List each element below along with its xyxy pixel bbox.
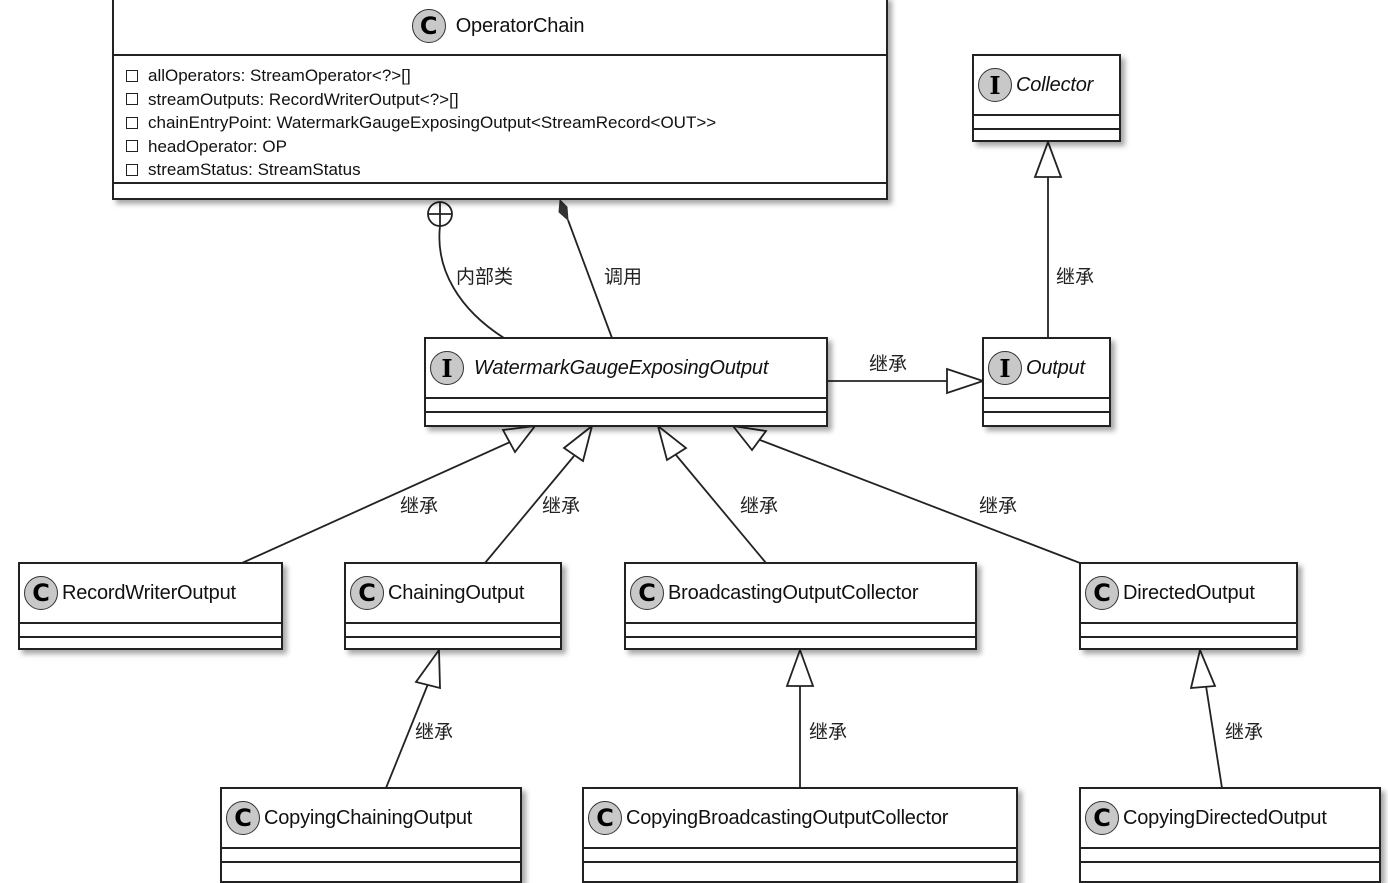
- class-name: RecordWriterOutput: [62, 581, 236, 604]
- interface-watermark-gauge-exposing-output[interactable]: I WatermarkGaugeExposingOutput: [424, 337, 828, 427]
- edge-label-wgeo-output: 继承: [869, 353, 908, 375]
- class-operator-chain[interactable]: C OperatorChain allOperators: StreamOper…: [112, 0, 888, 200]
- methods-section: [426, 411, 826, 425]
- attributes-section: [222, 847, 520, 861]
- class-directed-output[interactable]: C DirectedOutput: [1079, 562, 1298, 650]
- private-visibility-icon: [126, 69, 138, 82]
- interface-name: WatermarkGaugeExposingOutput: [474, 356, 769, 379]
- edge-label-copying-chaining: 继承: [415, 721, 454, 743]
- methods-section: [222, 861, 520, 883]
- interface-name: Output: [1026, 356, 1085, 379]
- composition-diamond-icon: [558, 198, 569, 222]
- methods-section: [584, 861, 1016, 883]
- edge-label-copying-broadcasting: 继承: [809, 721, 848, 743]
- edge-label-nested-class: 内部类: [456, 266, 514, 288]
- class-name: CopyingChainingOutput: [264, 806, 473, 829]
- attributes-section: [1081, 847, 1379, 861]
- attribute-item: headOperator: OP: [126, 135, 878, 159]
- private-visibility-icon: [126, 163, 138, 176]
- class-badge-icon: C: [630, 576, 664, 610]
- methods-section: [626, 636, 975, 650]
- class-badge-icon: C: [350, 576, 384, 610]
- class-badge-icon: C: [1085, 801, 1119, 835]
- methods-section: [114, 182, 886, 198]
- class-name: CopyingDirectedOutput: [1123, 806, 1327, 829]
- generalization-arrow-icon: [656, 423, 688, 462]
- edge-label-composition: 调用: [604, 266, 643, 288]
- interface-collector[interactable]: I Collector: [972, 54, 1121, 142]
- generalization-arrow-icon: [785, 647, 815, 687]
- edge-label-output-collector: 继承: [1056, 266, 1095, 288]
- class-badge-icon: C: [411, 9, 446, 43]
- generalization-arrow-icon: [414, 647, 441, 690]
- methods-section: [984, 411, 1109, 425]
- methods-section: [1081, 636, 1296, 650]
- class-name: DirectedOutput: [1123, 581, 1255, 604]
- attributes-section: [346, 622, 560, 636]
- attribute-list: allOperators: StreamOperator<?>[] stream…: [114, 54, 886, 182]
- interface-badge-icon: I: [988, 351, 1022, 385]
- interface-output[interactable]: I Output: [982, 337, 1111, 427]
- generalization-arrow-icon: [1189, 647, 1217, 689]
- attribute-item: streamOutputs: RecordWriterOutput<?>[]: [126, 88, 878, 112]
- generalization-arrow-icon: [562, 423, 594, 463]
- edge-label-directed-wgeo: 继承: [979, 495, 1018, 517]
- class-record-writer-output[interactable]: C RecordWriterOutput: [18, 562, 283, 650]
- class-name: BroadcastingOutputCollector: [668, 581, 919, 604]
- class-copying-chaining-output[interactable]: C CopyingChainingOutput: [220, 787, 522, 883]
- class-badge-icon: C: [588, 801, 622, 835]
- attribute-item: streamStatus: StreamStatus: [126, 158, 878, 182]
- attributes-section: [584, 847, 1016, 861]
- attributes-section: [426, 397, 826, 411]
- nested-class-circle-plus-icon: [427, 201, 453, 227]
- methods-section: [20, 636, 281, 650]
- attributes-section: [20, 622, 281, 636]
- attributes-section: [984, 397, 1109, 411]
- attribute-item: chainEntryPoint: WatermarkGaugeExposingO…: [126, 111, 878, 135]
- methods-section: [1081, 861, 1379, 883]
- edge-copying-directed: [1205, 685, 1223, 789]
- attributes-section: [974, 114, 1119, 128]
- class-copying-directed-output[interactable]: C CopyingDirectedOutput: [1079, 787, 1381, 883]
- class-badge-icon: C: [1085, 576, 1119, 610]
- edge-label-recordwriter-wgeo: 继承: [400, 495, 439, 517]
- edge-label-copying-directed: 继承: [1225, 721, 1264, 743]
- class-name: CopyingBroadcastingOutputCollector: [626, 806, 949, 829]
- attributes-section: [626, 622, 975, 636]
- private-visibility-icon: [126, 93, 138, 106]
- methods-section: [346, 636, 560, 650]
- generalization-arrow-icon: [946, 367, 986, 395]
- private-visibility-icon: [126, 116, 138, 129]
- edge-directed-wgeo: [759, 439, 1081, 564]
- private-visibility-icon: [126, 140, 138, 153]
- class-broadcasting-output-collector[interactable]: C BroadcastingOutputCollector: [624, 562, 977, 650]
- generalization-arrow-icon: [501, 424, 538, 454]
- class-name: OperatorChain: [455, 14, 585, 37]
- generalization-arrow-icon: [1033, 139, 1063, 178]
- attribute-item: allOperators: StreamOperator<?>[]: [126, 64, 878, 88]
- generalization-arrow-icon: [730, 424, 768, 452]
- class-copying-broadcasting-output-collector[interactable]: C CopyingBroadcastingOutputCollector: [582, 787, 1018, 883]
- class-name: ChainingOutput: [388, 581, 525, 604]
- interface-badge-icon: I: [430, 351, 464, 385]
- class-badge-icon: C: [24, 576, 58, 610]
- interface-badge-icon: I: [978, 68, 1012, 102]
- class-badge-icon: C: [226, 801, 260, 835]
- interface-name: Collector: [1016, 73, 1094, 96]
- edge-recordwriter-wgeo: [241, 441, 511, 564]
- edge-label-broadcasting-wgeo: 继承: [740, 495, 779, 517]
- methods-section: [974, 128, 1119, 142]
- edge-label-chaining-wgeo: 继承: [542, 495, 581, 517]
- attributes-section: [1081, 622, 1296, 636]
- class-chaining-output[interactable]: C ChainingOutput: [344, 562, 562, 650]
